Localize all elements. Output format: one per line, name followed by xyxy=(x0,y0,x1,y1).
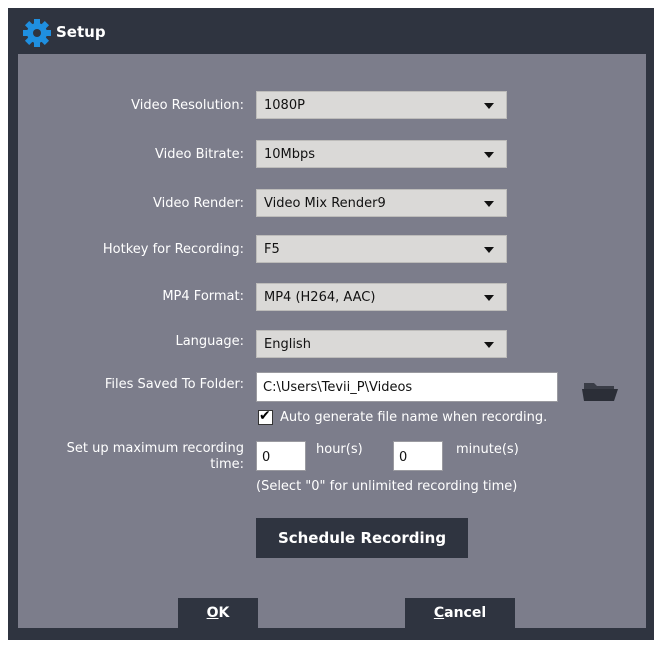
cancel-label-rest: ancel xyxy=(444,605,487,621)
hours-input[interactable]: 0 xyxy=(256,441,306,471)
video-bitrate-select[interactable]: 10Mbps xyxy=(256,140,507,168)
chevron-down-icon xyxy=(484,247,494,253)
chevron-down-icon xyxy=(484,342,494,348)
max-time-label: Set up maximum recording time: xyxy=(66,441,244,472)
hotkey-select[interactable]: F5 xyxy=(256,235,507,263)
video-render-value: Video Mix Render9 xyxy=(264,196,386,211)
ok-label-rest: K xyxy=(218,605,230,621)
mp4-format-select[interactable]: MP4 (H264, AAC) xyxy=(256,283,507,311)
minutes-value: 0 xyxy=(399,450,408,465)
chevron-down-icon xyxy=(484,201,494,207)
video-resolution-value: 1080P xyxy=(264,98,305,113)
auto-name-label: Auto generate file name when recording. xyxy=(280,410,548,425)
schedule-recording-button[interactable]: Schedule Recording xyxy=(256,518,468,558)
hotkey-value: F5 xyxy=(264,242,280,257)
video-bitrate-label: Video Bitrate: xyxy=(155,147,244,162)
folder-path-field[interactable]: C:\Users\Tevii_P\Videos xyxy=(256,372,558,402)
folder-icon[interactable] xyxy=(580,379,620,403)
unlimited-hint: (Select "0" for unlimited recording time… xyxy=(256,479,518,494)
checkmark-icon: ✔ xyxy=(259,408,271,424)
chevron-down-icon xyxy=(484,103,494,109)
minutes-input[interactable]: 0 xyxy=(393,441,443,471)
ok-mnemonic: O xyxy=(206,605,219,621)
cancel-button[interactable]: Cancel xyxy=(405,598,515,628)
folder-path-value: C:\Users\Tevii_P\Videos xyxy=(263,380,413,395)
video-render-select[interactable]: Video Mix Render9 xyxy=(256,189,507,217)
cancel-mnemonic: C xyxy=(433,605,445,621)
folder-label: Files Saved To Folder: xyxy=(104,377,244,392)
window-title: Setup xyxy=(56,23,106,41)
mp4-format-label: MP4 Format: xyxy=(162,289,244,304)
video-resolution-label: Video Resolution: xyxy=(131,98,244,113)
video-resolution-select[interactable]: 1080P xyxy=(256,91,507,119)
hours-value: 0 xyxy=(262,450,271,465)
language-label: Language: xyxy=(175,334,244,349)
gear-icon xyxy=(23,19,51,47)
settings-panel: Video Resolution: 1080P Video Bitrate: 1… xyxy=(18,54,646,628)
mp4-format-value: MP4 (H264, AAC) xyxy=(264,290,376,305)
title-bar: Setup xyxy=(8,8,654,56)
language-value: English xyxy=(264,337,311,352)
minutes-unit: minute(s) xyxy=(456,442,519,457)
chevron-down-icon xyxy=(484,152,494,158)
language-select[interactable]: English xyxy=(256,330,507,358)
ok-button[interactable]: OK xyxy=(178,598,258,628)
setup-dialog: Setup Video Resolution: 1080P Video Bitr… xyxy=(8,8,654,640)
video-bitrate-value: 10Mbps xyxy=(264,147,316,162)
chevron-down-icon xyxy=(484,295,494,301)
hours-unit: hour(s) xyxy=(316,442,363,457)
auto-name-checkbox[interactable]: ✔ xyxy=(258,408,273,425)
hotkey-label: Hotkey for Recording: xyxy=(102,242,244,257)
video-render-label: Video Render: xyxy=(153,196,244,211)
